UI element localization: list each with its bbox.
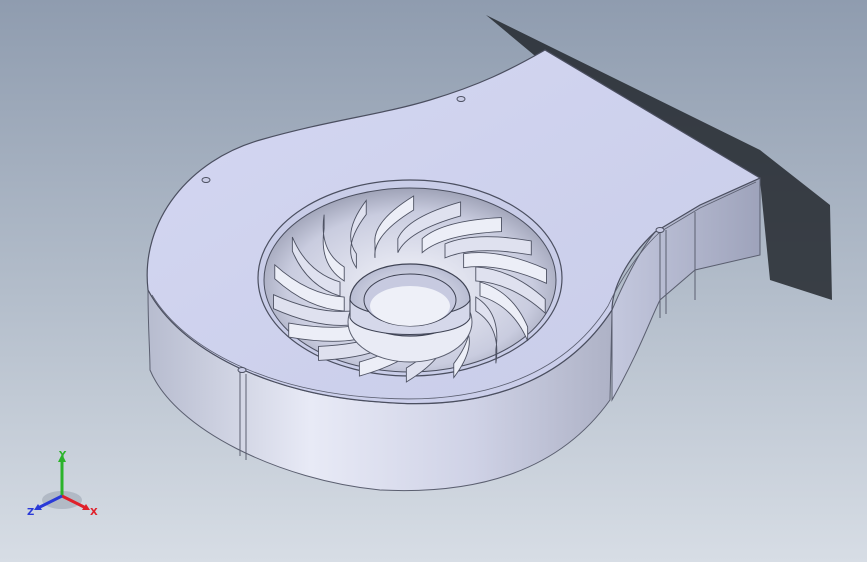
blower-housing-model[interactable] <box>0 0 867 562</box>
y-axis-label: Y <box>58 450 67 461</box>
z-axis-label: Z <box>27 507 34 518</box>
graphics-viewport[interactable]: Y X Z <box>0 0 867 562</box>
view-orientation-triad[interactable]: Y X Z <box>26 448 102 524</box>
hub-bore-floor <box>370 286 450 326</box>
x-axis-label: X <box>90 507 98 518</box>
